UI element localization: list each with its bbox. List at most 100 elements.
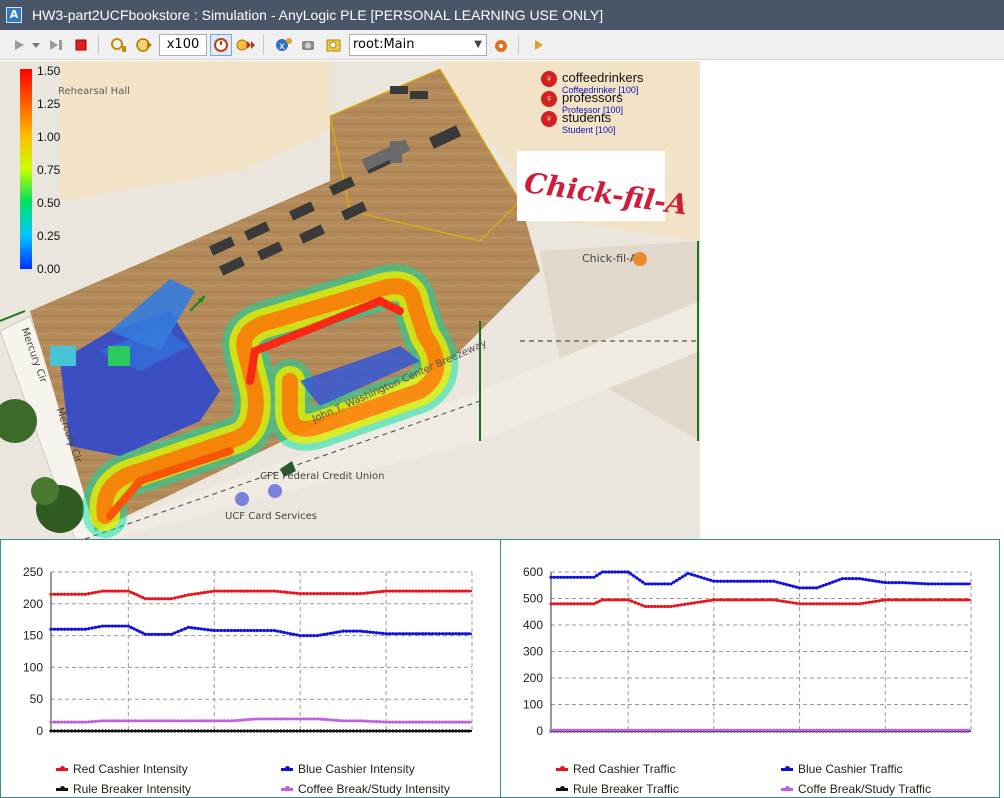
person-icon: ♀ (541, 71, 557, 87)
data-point (335, 630, 339, 634)
intensity-chart-panel: 0501001502002503,5203,5403,5603,5803,600… (0, 539, 501, 798)
data-point (893, 581, 898, 585)
scale-tick: 0.00 (37, 262, 61, 276)
data-point (758, 579, 762, 583)
data-point (73, 729, 77, 733)
data-point (132, 627, 136, 631)
data-point (76, 627, 81, 631)
data-point (113, 624, 118, 628)
data-point (262, 628, 266, 633)
data-point (943, 598, 947, 602)
data-point (788, 600, 792, 604)
data-point (420, 729, 425, 733)
data-point (183, 627, 187, 631)
data-point (712, 728, 716, 732)
legend-label: Rule Breaker Traffic (573, 782, 679, 796)
data-point (381, 729, 385, 733)
data-point (408, 589, 412, 593)
agent-population-name: coffeedrinkers (562, 70, 644, 85)
data-point (199, 591, 203, 595)
fast-forward-icon[interactable] (235, 34, 257, 56)
data-point (135, 593, 139, 597)
data-point (295, 591, 299, 595)
agent-population-count[interactable]: Student [100] (562, 125, 616, 135)
data-point (933, 728, 937, 732)
data-point (705, 728, 710, 732)
agent-population-students[interactable]: ♀ students Student [100] (541, 110, 681, 135)
data-point (768, 598, 773, 602)
data-point (910, 728, 914, 732)
data-point (245, 589, 250, 593)
data-point (650, 728, 654, 732)
home-icon[interactable] (528, 34, 550, 56)
navigate-icon[interactable] (323, 34, 345, 56)
data-point (441, 632, 445, 636)
data-point (378, 720, 382, 724)
speed-icon[interactable] (210, 33, 232, 56)
data-point (239, 628, 243, 633)
experiment-icon[interactable]: x (273, 34, 295, 56)
data-point (640, 603, 644, 607)
data-point (699, 728, 703, 732)
data-point (219, 729, 223, 733)
data-point (219, 589, 223, 593)
y-tick-label: 0 (36, 724, 43, 738)
data-point (190, 592, 194, 597)
data-point (778, 599, 782, 603)
data-point (549, 602, 553, 606)
data-point (236, 589, 240, 593)
data-point (565, 602, 570, 606)
data-point (877, 580, 881, 584)
data-point (190, 719, 194, 723)
data-point (140, 719, 144, 723)
run-until-time-icon[interactable] (133, 34, 155, 56)
data-point (585, 728, 589, 732)
data-point (893, 728, 898, 732)
navigate-to-icon[interactable] (490, 34, 512, 56)
step-icon[interactable] (45, 34, 67, 56)
root-selector[interactable]: root:Main ▼ (349, 33, 487, 56)
data-point (709, 578, 713, 582)
data-point (160, 632, 164, 636)
data-point (126, 589, 130, 593)
data-point (328, 729, 332, 733)
data-point (276, 729, 280, 733)
data-point (404, 720, 409, 724)
data-point (335, 592, 339, 596)
simulation-canvas[interactable]: Rehearsal Hall Chick-fil-A John T. Washi… (0, 61, 700, 539)
data-point (351, 592, 356, 596)
data-point (620, 728, 624, 732)
data-point (104, 719, 108, 723)
data-point (607, 598, 611, 602)
run-icon[interactable] (8, 34, 30, 56)
toolbar-separator (518, 34, 519, 55)
data-point (650, 604, 654, 609)
data-point (559, 575, 563, 579)
stop-icon[interactable] (70, 34, 92, 56)
data-point (226, 729, 230, 733)
data-point (408, 720, 412, 724)
data-point (870, 728, 875, 732)
data-point (272, 589, 276, 593)
data-point (840, 577, 845, 581)
camera-icon[interactable] (298, 34, 320, 56)
data-point (140, 729, 144, 733)
data-point (643, 582, 647, 586)
data-point (351, 719, 356, 723)
data-point (166, 729, 170, 733)
data-point (926, 728, 930, 732)
run-until-icon[interactable] (108, 34, 130, 56)
data-point (414, 729, 418, 733)
data-point (80, 592, 84, 596)
data-point (579, 575, 583, 579)
data-point (597, 572, 602, 576)
data-point (679, 603, 683, 607)
data-point (844, 602, 848, 606)
data-point (279, 717, 283, 721)
data-point (552, 575, 556, 579)
step-dropdown-icon[interactable] (30, 34, 42, 56)
data-point (52, 729, 57, 733)
data-point (788, 728, 792, 732)
y-tick-label: 250 (23, 565, 43, 579)
data-point (295, 729, 299, 733)
